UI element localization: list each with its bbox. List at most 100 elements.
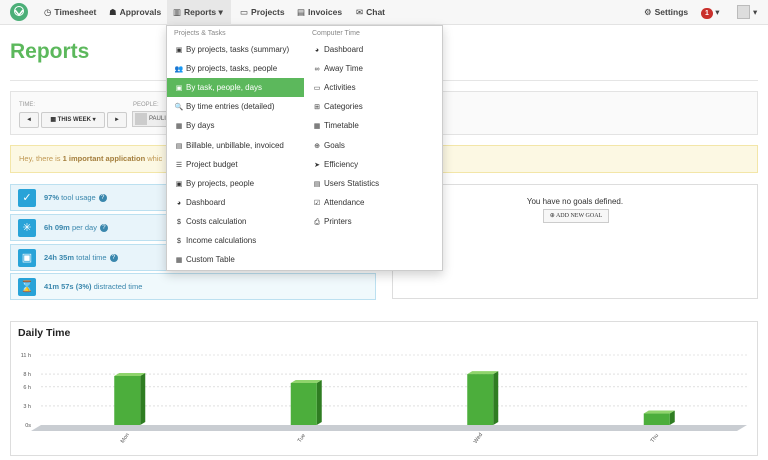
- daily-time-chart: 0s 3 h 6 h 8 h 11 h Mon Tue Wed Thu: [21, 353, 747, 445]
- menu-item-icon: ⊞: [314, 104, 320, 112]
- prev-period-button[interactable]: ◄: [19, 112, 39, 128]
- menu-item-by-projects-tasks-people[interactable]: 👥 By projects, tasks, people: [167, 59, 304, 78]
- nav-settings[interactable]: ⚙ Settings: [644, 0, 688, 25]
- nav-approvals[interactable]: ☗ Approvals: [109, 0, 161, 25]
- daily-time-panel: Daily Time 0s 3 h6 h8 h 11 h Mon Tue Wed Thu: [10, 321, 758, 456]
- bar-wed: [467, 374, 494, 425]
- menu-item-computer-activities[interactable]: ▭ Activities: [305, 78, 442, 97]
- person-selector[interactable]: PAULI: [132, 111, 170, 127]
- page-title: Reports: [10, 40, 90, 63]
- menu-item-by-time-entries-detailed[interactable]: 🔍 By time entries (detailed): [167, 97, 304, 116]
- bar-side: [316, 380, 322, 425]
- menu-item-computer-categories[interactable]: ⊞ Categories: [305, 97, 442, 116]
- bar-side: [493, 371, 499, 425]
- bar-top: [114, 373, 146, 376]
- goals-panel: You have no goals defined. ⊕ ADD NEW GOA…: [392, 184, 758, 299]
- menu-item-icon: ☑: [313, 199, 321, 207]
- next-period-button[interactable]: ►: [107, 112, 127, 128]
- bar-top: [290, 380, 322, 383]
- y-tick-label: 8 h: [23, 372, 31, 378]
- folder-icon: ▭: [240, 7, 249, 17]
- menu-item-custom-table[interactable]: ▦ Custom Table: [167, 250, 304, 269]
- menu-item-icon: 👥: [174, 66, 184, 74]
- top-navbar: ◷ Timesheet ☗ Approvals ▥ Reports ▾ ▭ Projec…: [0, 0, 768, 25]
- menu-item-income-calculations[interactable]: $ Income calculations: [167, 231, 304, 250]
- stat-distracted-time: ⌛ 41m 57s (3%) distracted time: [10, 273, 376, 300]
- menu-item-icon: ⎙: [314, 218, 320, 226]
- menu-item-by-projects-tasks-summary[interactable]: ▣ By projects, tasks (summary): [167, 40, 304, 59]
- menu-item-icon: $: [177, 238, 181, 245]
- bar-chart-icon: ▥: [173, 7, 182, 17]
- chart-floor: [31, 425, 747, 431]
- menu-item-icon: 🔍: [174, 104, 184, 112]
- menu-item-computer-printers[interactable]: ⎙ Printers: [305, 212, 442, 231]
- menu-item-billable-unbillable-invoiced[interactable]: ▤ Billable, unbillable, invoiced: [167, 136, 304, 155]
- user-avatar[interactable]: [737, 5, 750, 19]
- help-icon[interactable]: ?: [109, 254, 118, 263]
- menu-item-computer-attendance[interactable]: ☑ Attendance: [305, 193, 442, 212]
- y-tick-label: 6 h: [23, 385, 31, 391]
- menu-item-icon: ▦: [313, 123, 321, 131]
- nav-timesheet[interactable]: ◷ Timesheet: [44, 0, 96, 25]
- people-label: PEOPLE:: [133, 102, 159, 108]
- menu-item-by-task-people-days[interactable]: ▣ By task, people, days: [167, 78, 304, 98]
- menu-item-computer-away-time[interactable]: ∞ Away Time: [305, 59, 442, 78]
- no-goals-message: You have no goals defined.: [526, 197, 624, 206]
- y-tick-label: 0s: [25, 423, 31, 429]
- menu-item-dashboard[interactable]: ◕ Dashboard: [167, 193, 304, 212]
- menu-item-by-days[interactable]: ▦ By days: [167, 116, 304, 135]
- bar-thu: [643, 413, 670, 425]
- menu-item-icon: ◕: [314, 47, 320, 54]
- menu-item-icon: ▭: [313, 85, 321, 93]
- caret-down-icon: ▾: [715, 7, 720, 17]
- menu-item-computer-dashboard[interactable]: ◕ Dashboard: [305, 40, 442, 59]
- nav-invoices[interactable]: ▤ Invoices: [297, 0, 342, 25]
- menu-item-project-budget[interactable]: ☰ Project budget: [167, 155, 304, 174]
- menu-item-icon: ▤: [175, 142, 183, 150]
- x-tick-label: Tue: [297, 433, 307, 444]
- menu-item-computer-goals[interactable]: ⊕ Goals: [305, 136, 442, 155]
- menu-item-computer-users-statistics[interactable]: ▤ Users Statistics: [305, 174, 442, 193]
- check-icon: ✓: [18, 189, 36, 207]
- clock-icon: ◷: [44, 7, 52, 17]
- menu-item-icon: ▦: [175, 123, 183, 131]
- period-select[interactable]: ▦ THIS WEEK ▾: [41, 112, 105, 128]
- nav-projects[interactable]: ▭ Projects: [240, 0, 285, 25]
- menu-item-icon: ▣: [175, 47, 183, 54]
- device-icon: ▣: [18, 249, 36, 267]
- sun-icon: ✳: [18, 219, 36, 237]
- help-icon[interactable]: ?: [98, 194, 107, 203]
- menu-item-icon: ⊕: [314, 142, 320, 150]
- bar-tue: [290, 383, 317, 425]
- x-tick-label: Mon: [120, 432, 131, 444]
- computer-time-heading: Computer Time: [312, 30, 360, 37]
- bar-top: [467, 371, 499, 375]
- bar-mon: [114, 376, 141, 425]
- menu-item-by-projects-people[interactable]: ▣ By projects, people: [167, 174, 304, 193]
- app-logo-icon[interactable]: [10, 3, 28, 21]
- alert-link[interactable]: 1 important application: [63, 154, 146, 163]
- y-tick-label: 11 h: [21, 353, 31, 359]
- caret-down-icon: ▾: [218, 7, 223, 17]
- menu-item-icon: ➤: [314, 161, 320, 169]
- menu-item-icon: ▦: [175, 257, 183, 265]
- menu-item-icon: ☰: [175, 161, 183, 169]
- hourglass-icon: ⌛: [18, 278, 36, 296]
- x-tick-label: Wed: [473, 432, 484, 445]
- add-goal-button[interactable]: ⊕ ADD NEW GOAL: [543, 209, 609, 223]
- nav-chat[interactable]: ✉ Chat: [356, 0, 385, 25]
- reports-dropdown-menu: Projects & Tasks Computer Time ▣ By proje…: [166, 25, 443, 271]
- approvals-icon: ☗: [109, 7, 117, 17]
- help-icon[interactable]: ?: [99, 224, 108, 233]
- menu-item-computer-timetable[interactable]: ▦ Timetable: [305, 116, 442, 135]
- notifications-dropdown[interactable]: 1 ▾: [701, 0, 720, 25]
- chat-icon: ✉: [356, 7, 364, 17]
- menu-item-computer-efficiency[interactable]: ➤ Efficiency: [305, 155, 442, 174]
- time-label: TIME:: [19, 102, 35, 108]
- invoice-icon: ▤: [297, 7, 306, 17]
- menu-item-costs-calculation[interactable]: $ Costs calculation: [167, 212, 304, 231]
- nav-reports[interactable]: ▥ Reports ▾: [167, 0, 231, 25]
- menu-item-icon: ▣: [175, 180, 183, 188]
- user-menu-caret-icon[interactable]: ▾: [753, 0, 757, 25]
- menu-item-icon: ▣: [175, 85, 183, 93]
